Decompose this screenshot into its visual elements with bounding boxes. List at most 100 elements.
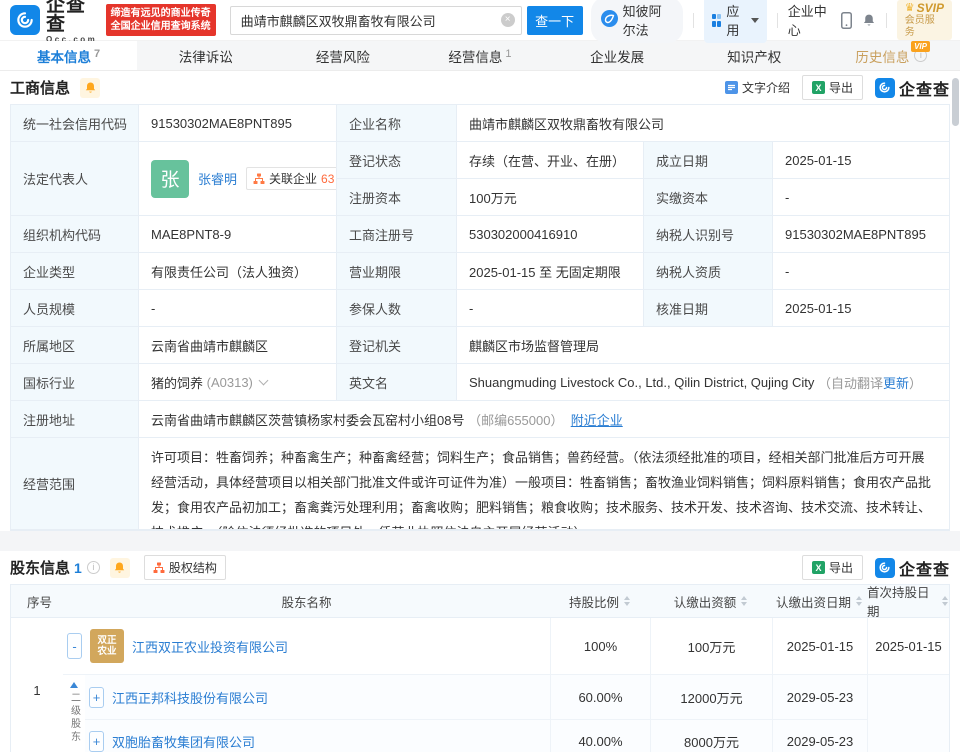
establish-date-value: 2025-01-15 [773, 142, 949, 179]
tab-operation-info[interactable]: 经营信息 1 [411, 41, 548, 70]
expand-button[interactable]: + [89, 731, 104, 752]
taxpayer-id-label: 纳税人识别号 [644, 216, 773, 253]
brand-name: 企查查 [46, 0, 98, 34]
tab-intellectual-property[interactable]: 知识产权 [686, 41, 823, 70]
company-name-value: 曲靖市麒麟区双牧鼎畜牧有限公司 [457, 105, 949, 142]
enterprise-center-link[interactable]: 企业中心 [788, 1, 831, 39]
subscribe-date-value: 2029-05-23 [772, 720, 867, 752]
avatar[interactable]: 张 [151, 160, 189, 198]
svip-title: SVIP [917, 2, 944, 16]
ratio-value: 60.00% [550, 675, 650, 719]
amount-value: 8000万元 [650, 720, 772, 752]
row-seq: 1 [11, 618, 63, 752]
translate-update-link[interactable]: 更新 [883, 373, 909, 392]
search-input[interactable] [231, 13, 521, 28]
search-box: × [230, 6, 522, 35]
export-button[interactable]: X 导出 [802, 555, 863, 580]
excel-icon: X [812, 81, 825, 94]
monitor-bell-icon[interactable] [80, 78, 100, 98]
related-label: 关联企业 [269, 170, 317, 187]
english-name-value: Shuangmuding Livestock Co., Ltd., Qilin … [469, 375, 814, 390]
related-companies-badge[interactable]: 关联企业 63 [246, 167, 337, 190]
apps-menu[interactable]: 应用 [704, 0, 767, 43]
chevron-down-icon[interactable] [258, 375, 268, 385]
mobile-app-icon[interactable] [841, 12, 852, 29]
business-term-label: 营业期限 [337, 253, 457, 290]
qcc-logo-icon [875, 78, 895, 98]
subscribe-date-value: 2029-05-23 [772, 675, 867, 719]
org-chart-icon [253, 173, 265, 185]
shareholders-title: 股东信息 [10, 557, 70, 578]
collapse-button[interactable]: - [67, 633, 82, 659]
qcc-logo[interactable]: 企查查 Qcc.com [10, 0, 98, 44]
industry-cell: 猪的饲养 (A0313) [139, 364, 337, 401]
shareholders-table-header: 序号 股东名称 持股比例 认缴出资额 认缴出资日期 首次持股日期 [11, 585, 949, 618]
info-icon[interactable]: i [87, 561, 100, 574]
establish-date-label: 成立日期 [644, 142, 773, 179]
export-button[interactable]: X 导出 [802, 75, 863, 100]
shareholder-link[interactable]: 江西双正农业投资有限公司 [132, 637, 288, 656]
tab-label: 基本信息 [37, 46, 91, 66]
section-separator [0, 531, 960, 551]
legal-rep-link[interactable]: 张睿明 [198, 169, 237, 188]
nearby-companies-link[interactable]: 附近企业 [571, 410, 623, 429]
industry-code: (A0313) [207, 375, 253, 390]
doc-icon [725, 81, 738, 94]
reg-address-value: 云南省曲靖市麒麟区茨营镇杨家村委会瓦窑村小组08号 [151, 410, 464, 429]
collapse-triangle-icon[interactable] [70, 682, 78, 688]
text-intro-button[interactable]: 文字介绍 [725, 79, 790, 96]
tab-history-info[interactable]: VIP 历史信息 i [823, 41, 960, 70]
shareholder-link[interactable]: 双胞胎畜牧集团有限公司 [112, 732, 255, 751]
legal-rep-cell: 张 张睿明 关联企业 63 [139, 142, 337, 216]
tab-company-development[interactable]: 企业发展 [549, 41, 686, 70]
approval-date-value: 2025-01-15 [773, 290, 949, 327]
equity-structure-button[interactable]: 股权结构 [144, 555, 226, 580]
tab-legal-litigation[interactable]: 法律诉讼 [137, 41, 274, 70]
amount-value: 100万元 [650, 618, 772, 674]
slogan-line2: 全国企业信用查询系统 [111, 20, 211, 33]
company-type-value: 有限责任公司（法人独资） [139, 253, 337, 290]
avatar[interactable]: 双正农业 [90, 629, 124, 663]
org-chart-icon [153, 562, 165, 574]
shareholder-subrow: + 双胞胎畜牧集团有限公司 40.00% 8000万元 2029-05-23 [85, 719, 867, 752]
reg-status-value: 存续（在营、开业、在册） [457, 142, 644, 179]
clear-search-icon[interactable]: × [501, 13, 515, 27]
staff-size-value: - [139, 290, 337, 327]
tab-label: 历史信息 [855, 46, 909, 66]
sort-icon[interactable] [855, 596, 863, 606]
reg-number-label: 工商注册号 [337, 216, 457, 253]
ratio-value: 40.00% [550, 720, 650, 752]
alpha-icon [601, 10, 618, 30]
legal-rep-label: 法定代表人 [11, 142, 139, 216]
tab-basic-info[interactable]: 基本信息 7 [0, 41, 137, 70]
sort-icon[interactable] [623, 596, 631, 606]
tab-count: 7 [94, 48, 100, 60]
shareholder-link[interactable]: 江西正邦科技股份有限公司 [112, 688, 268, 707]
vip-badge: VIP [911, 41, 930, 52]
paid-capital-value: - [773, 179, 949, 216]
watermark-text: 企查查 [899, 76, 950, 100]
first-hold-date-merged-cell [867, 675, 949, 752]
search-button[interactable]: 查一下 [527, 6, 583, 35]
monitor-bell-icon[interactable] [110, 558, 130, 578]
svip-member-link[interactable]: ♛SVIP 会员服务 [897, 0, 952, 40]
qcc-watermark: 企查查 [875, 76, 950, 100]
tab-operation-risk[interactable]: 经营风险 [274, 41, 411, 70]
biz-section-title: 工商信息 [10, 77, 70, 98]
reg-address-label: 注册地址 [11, 401, 139, 438]
business-info-table: 统一社会信用代码 91530302MAE8PNT895 企业名称 曲靖市麒麟区双… [10, 104, 950, 531]
header-subscribe-date: 认缴出资日期 [772, 592, 867, 611]
biz-section-head: 工商信息 文字介绍 X 导出 企查查 [10, 71, 950, 104]
second-level-group: 二级股东 + 江西正邦科技股份有限公司 60.00% 12000万元 2029-… [63, 674, 949, 752]
notifications-bell-icon[interactable] [862, 13, 876, 28]
zhibi-alpha-link[interactable]: 知彼阿尔法 [591, 0, 683, 43]
brand-text: 企查查 Qcc.com [46, 0, 98, 44]
tab-label: 企业发展 [590, 46, 644, 66]
reg-capital-label: 注册资本 [337, 179, 457, 216]
sort-icon[interactable] [740, 596, 748, 606]
scrollbar-thumb[interactable] [952, 78, 959, 126]
taxpayer-id-value: 91530302MAE8PNT895 [773, 216, 949, 253]
region-value: 云南省曲靖市麒麟区 [139, 327, 337, 364]
sort-icon[interactable] [941, 596, 949, 606]
expand-button[interactable]: + [89, 687, 104, 708]
